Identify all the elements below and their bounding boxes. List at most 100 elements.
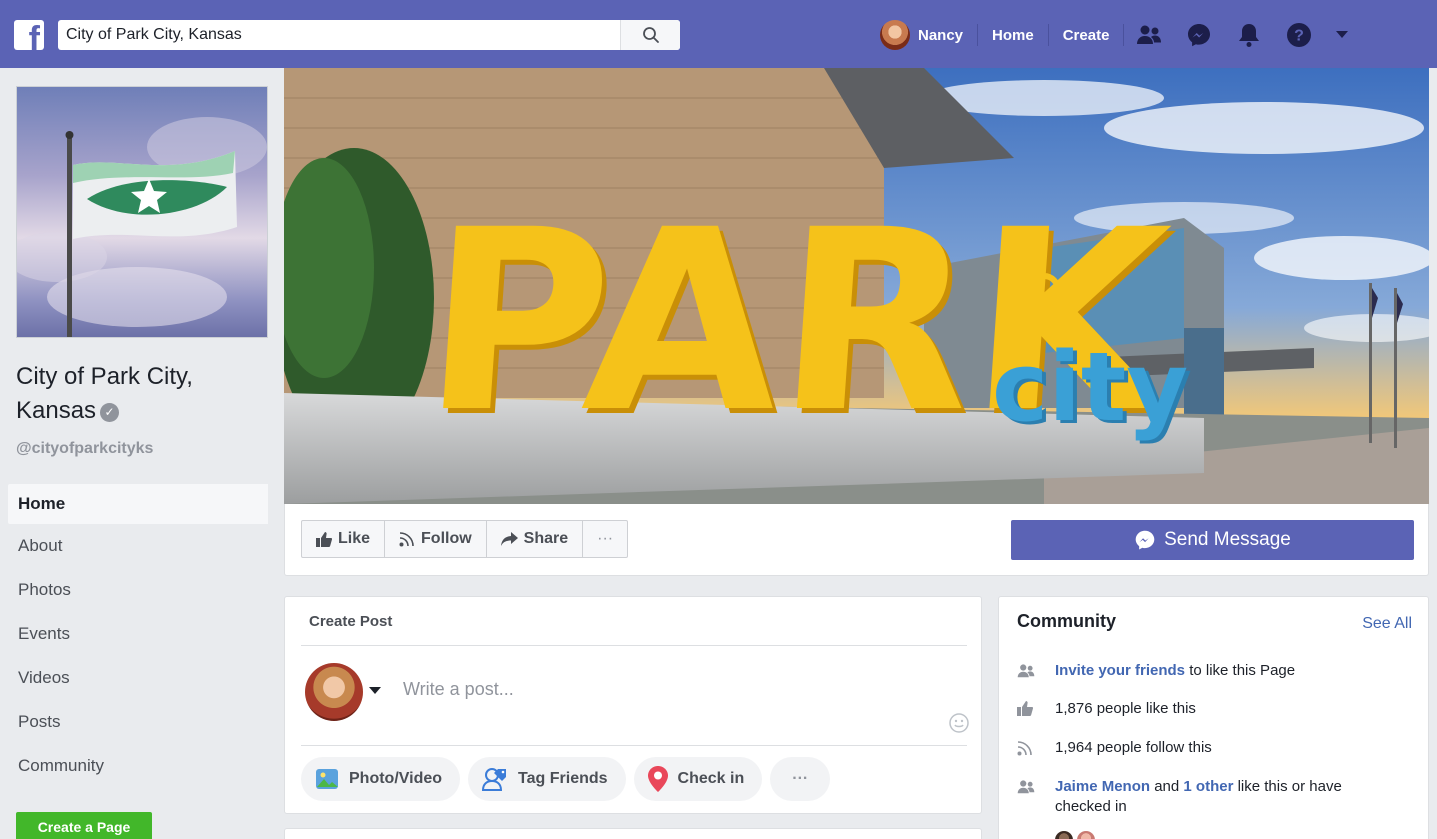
friends-like-row: Jaime Menon and 1 other like this or hav… (1017, 777, 1417, 817)
create-post-title: Create Post (309, 613, 393, 630)
rss-follow-icon (399, 532, 414, 547)
like-button[interactable]: Like (302, 521, 386, 557)
messenger-button[interactable] (1174, 20, 1224, 50)
next-feed-card (284, 828, 982, 839)
facebook-logo-icon[interactable]: f (14, 20, 44, 50)
search-input[interactable] (58, 21, 628, 49)
bell-icon (1239, 24, 1260, 47)
friend-avatars (1055, 831, 1095, 839)
create-post-actions: Photo/Video Tag Friends Check in ··· (301, 757, 831, 801)
follow-button[interactable]: Follow (385, 521, 487, 557)
search-box (58, 20, 680, 50)
home-link[interactable]: Home (978, 24, 1049, 46)
search-button[interactable] (620, 20, 680, 50)
sidebar-item-events[interactable]: Events (8, 612, 268, 656)
search-icon (642, 27, 659, 43)
sidebar-item-videos[interactable]: Videos (8, 656, 268, 700)
nav-right: Nancy Home Create ? (880, 20, 1360, 50)
smiley-icon (949, 713, 969, 733)
tag-friends-label: Tag Friends (518, 770, 608, 787)
check-in-button[interactable]: Check in (633, 757, 763, 801)
create-link[interactable]: Create (1049, 24, 1125, 46)
friends-icon (1017, 661, 1055, 685)
friend-requests-button[interactable] (1124, 20, 1174, 50)
send-message-label: Send Message (1164, 529, 1291, 550)
invite-friends-row: Invite your friends to like this Page (1017, 661, 1417, 685)
more-post-options-button[interactable]: ··· (770, 757, 831, 801)
friend-and-text: and (1150, 778, 1184, 795)
send-message-button[interactable]: Send Message (1011, 520, 1414, 560)
thumbs-up-icon (1017, 699, 1055, 722)
sidebar-item-community[interactable]: Community (8, 744, 268, 788)
divider (301, 645, 967, 646)
page-profile-picture[interactable] (16, 86, 268, 338)
rss-follow-icon (1017, 738, 1055, 762)
poster-avatar[interactable] (305, 663, 363, 721)
photo-icon (316, 769, 338, 789)
create-page-button[interactable]: Create a Page (16, 812, 152, 839)
sidebar-item-posts[interactable]: Posts (8, 700, 268, 744)
write-post-input[interactable]: Write a post... (403, 679, 514, 700)
invite-rest-text: to like this Page (1185, 662, 1296, 679)
follow-label: Follow (421, 530, 472, 547)
svg-text:?: ? (1295, 28, 1305, 45)
share-button[interactable]: Share (487, 521, 584, 557)
caret-down-icon (1336, 31, 1349, 38)
follows-row: 1,964 people follow this (1017, 738, 1417, 762)
user-name: Nancy (918, 26, 964, 44)
photo-video-button[interactable]: Photo/Video (301, 757, 461, 801)
more-actions-button[interactable]: ··· (583, 521, 627, 557)
friend-name-link[interactable]: Jaime Menon (1055, 778, 1150, 795)
messenger-icon (1135, 530, 1155, 550)
invite-text: Invite your friends to like this Page (1055, 661, 1295, 681)
check-in-label: Check in (677, 770, 745, 787)
emoji-button[interactable] (949, 713, 969, 738)
community-card: Community See All Invite your friends to… (998, 596, 1429, 839)
follows-count-text: 1,964 people follow this (1055, 739, 1212, 756)
tag-friends-button[interactable]: Tag Friends (468, 757, 626, 801)
left-column: City of Park City, Kansas ✓ @cityofparkci… (0, 68, 284, 839)
help-icon: ? (1287, 23, 1312, 47)
friend-avatar[interactable] (1077, 831, 1095, 839)
page-handle[interactable]: @cityofparkcityks (16, 440, 153, 458)
share-label: Share (523, 530, 569, 547)
create-post-card: Create Post Write a post... Photo/Video … (284, 596, 982, 814)
profile-link[interactable]: Nancy (880, 20, 979, 50)
top-navigation-inner: f Nancy Home Create ? (0, 8, 1437, 68)
friends-like-text: Jaime Menon and 1 other like this or hav… (1055, 777, 1395, 817)
sidebar-item-about[interactable]: About (8, 524, 268, 568)
notifications-button[interactable] (1224, 20, 1274, 50)
sidebar-item-home[interactable]: Home (8, 484, 268, 524)
tag-friends-icon (482, 768, 507, 791)
likes-count-text: 1,876 people like this (1055, 700, 1196, 717)
sidebar-item-photos[interactable]: Photos (8, 568, 268, 612)
location-pin-icon (647, 766, 668, 792)
page-action-bar: Like Follow Share ··· Send Message (284, 504, 1429, 576)
user-avatar (880, 20, 910, 50)
friend-avatar[interactable] (1055, 831, 1073, 839)
page-title: City of Park City, Kansas ✓ (16, 360, 266, 428)
invite-friends-link[interactable]: Invite your friends (1055, 662, 1185, 679)
other-friends-link[interactable]: 1 other (1183, 778, 1233, 795)
cover-photo[interactable]: PARK PARK city city (284, 68, 1429, 504)
see-all-link[interactable]: See All (1362, 615, 1412, 633)
more-dots-icon: ··· (792, 770, 809, 787)
page-action-buttons: Like Follow Share ··· (301, 520, 629, 558)
cover-image: PARK PARK city city (284, 68, 1429, 504)
like-label: Like (338, 530, 371, 547)
cover-text-city-front: city (992, 333, 1188, 443)
top-navigation-bar: f Nancy Home Create ? (0, 0, 1437, 68)
help-button[interactable]: ? (1274, 20, 1324, 50)
share-arrow-icon (500, 532, 518, 546)
likes-row: 1,876 people like this (1017, 699, 1417, 722)
account-menu-button[interactable] (1324, 20, 1360, 50)
messenger-icon (1188, 24, 1211, 47)
friends-icon (1137, 25, 1162, 44)
flag-image (17, 87, 267, 337)
community-title: Community (1017, 611, 1116, 631)
caret-down-icon[interactable] (369, 687, 381, 694)
photo-video-label: Photo/Video (349, 770, 443, 787)
thumbs-up-icon (316, 531, 332, 547)
page-navigation-menu: Home About Photos Events Videos Posts Co… (8, 484, 268, 788)
more-dots-icon: ··· (597, 530, 614, 547)
